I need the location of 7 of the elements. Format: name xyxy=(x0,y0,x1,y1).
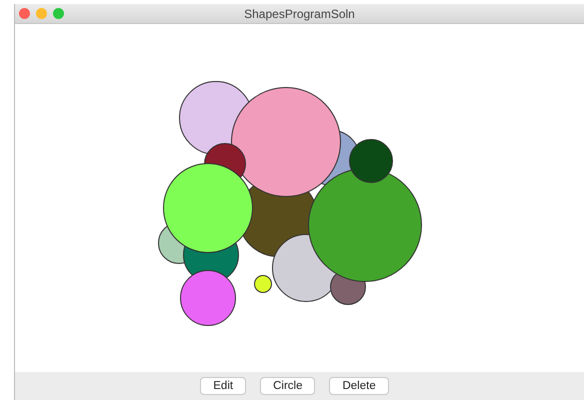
zoom-button[interactable] xyxy=(53,8,64,19)
minimize-button[interactable] xyxy=(36,8,47,19)
push-button[interactable]: Delete xyxy=(329,377,389,395)
window-title: ShapesProgramSoln xyxy=(244,6,355,22)
close-button[interactable] xyxy=(19,8,30,19)
push-button[interactable]: Edit xyxy=(200,377,246,395)
push-button[interactable]: Circle xyxy=(260,377,316,395)
